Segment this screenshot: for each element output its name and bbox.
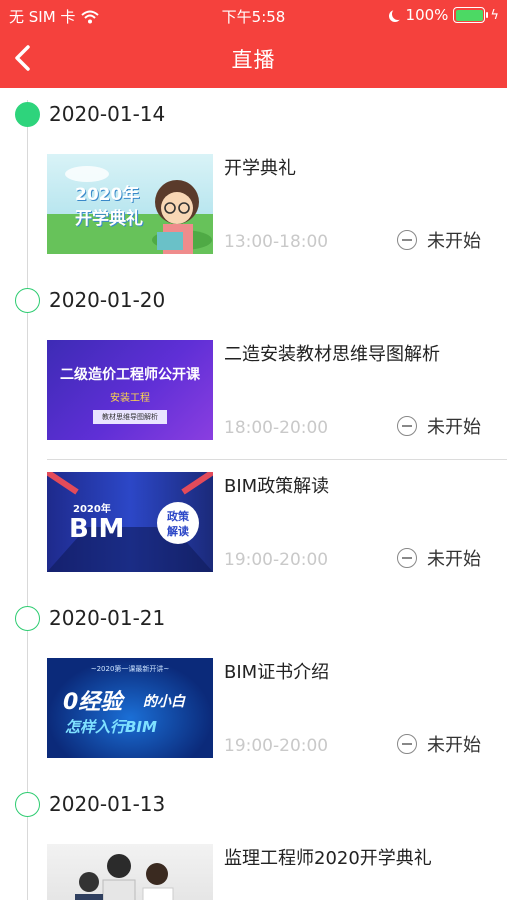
course-title: 开学典礼 [224, 158, 296, 179]
date-label: 2020-01-21 [49, 606, 166, 630]
course-thumbnail: 二级造价工程师公开课 安装工程 教材思维导图解析 [47, 340, 213, 440]
thumb-text: 的小白 [143, 694, 185, 710]
thumb-text: BIM [69, 514, 125, 544]
battery-percent: 100% [405, 6, 449, 24]
list-item[interactable]: 监理工程师2020开学典礼 [47, 844, 507, 900]
page-title: 直播 [231, 48, 276, 72]
timeline-dot [15, 606, 40, 631]
date-label: 2020-01-13 [49, 792, 166, 816]
list-item[interactable]: 2020年 开学典礼 开学典礼 13:00-18:00 未开始 [47, 154, 507, 254]
status-badge: 未开始 [397, 731, 481, 757]
course-title: 二造安装教材思维导图解析 [224, 344, 440, 365]
date-label: 2020-01-20 [49, 288, 166, 312]
minus-circle-icon [397, 416, 417, 436]
status-label: 未开始 [427, 549, 481, 570]
date-header: 2020-01-13 [0, 790, 507, 820]
status-label: 未开始 [427, 231, 481, 252]
timeline-dot [15, 792, 40, 817]
status-badge: 未开始 [397, 227, 481, 253]
course-time: 19:00-20:00 [224, 736, 329, 756]
course-title: BIM证书介绍 [224, 662, 330, 683]
list-item[interactable]: 2020年 BIM 政策 解读 BIM政策解读 19:00-20:00 未开始 [47, 472, 507, 572]
course-time: 18:00-20:00 [224, 418, 329, 438]
timeline-line [27, 100, 28, 900]
thumb-text: 教材思维导图解析 [93, 410, 167, 424]
course-title: 监理工程师2020开学典礼 [224, 848, 432, 869]
battery-icon [453, 7, 489, 23]
minus-circle-icon [397, 548, 417, 568]
date-header: 2020-01-20 [0, 286, 507, 316]
thumb-text: 2020年 [73, 504, 111, 515]
thumb-text: 二级造价工程师公开课 [60, 367, 200, 383]
thumb-text: 0经验 [63, 690, 123, 715]
thumb-text: 安装工程 [110, 393, 150, 404]
timeline-dot [15, 288, 40, 313]
course-thumbnail: 2020年 BIM 政策 解读 [47, 472, 213, 572]
header-bar: 无 SIM 卡 下午5:58 100% ϟ 直播 [0, 0, 507, 88]
thumb-text: 怎样入行BIM [65, 718, 157, 736]
date-header: 2020-01-14 [0, 100, 507, 130]
timeline-dot-active [15, 102, 40, 127]
status-label: 未开始 [427, 735, 481, 756]
thumb-text: 2020年 [75, 185, 140, 205]
course-time: 19:00-20:00 [224, 550, 329, 570]
status-badge: 未开始 [397, 545, 481, 571]
moon-icon [392, 8, 404, 20]
minus-circle-icon [397, 230, 417, 250]
course-thumbnail: ~2020第一课最新开讲~ 0经验 的小白 怎样入行BIM [47, 658, 213, 758]
course-thumbnail: 2020年 开学典礼 [47, 154, 213, 254]
course-time: 13:00-18:00 [224, 232, 329, 252]
list-item[interactable]: ~2020第一课最新开讲~ 0经验 的小白 怎样入行BIM BIM证书介绍 19… [47, 658, 507, 758]
thumb-text: ~2020第一课最新开讲~ [90, 665, 170, 673]
status-label: 未开始 [427, 417, 481, 438]
charging-icon: ϟ [490, 7, 499, 23]
live-list[interactable]: 2020-01-14 2020年 开学典礼 开学典礼 13:00-18:00 未… [0, 88, 507, 900]
course-title: BIM政策解读 [224, 476, 330, 497]
divider [47, 459, 507, 460]
nav-bar: 直播 [0, 30, 507, 88]
course-thumbnail [47, 844, 213, 900]
list-item[interactable]: 二级造价工程师公开课 安装工程 教材思维导图解析 二造安装教材思维导图解析 18… [47, 340, 507, 440]
status-badge: 未开始 [397, 413, 481, 439]
date-label: 2020-01-14 [49, 102, 166, 126]
minus-circle-icon [397, 734, 417, 754]
status-bar: 无 SIM 卡 下午5:58 100% ϟ [0, 0, 507, 30]
thumb-text: 解读 [167, 525, 189, 538]
date-header: 2020-01-21 [0, 604, 507, 634]
thumb-text: 开学典礼 [75, 209, 143, 229]
thumb-text: 政策 [167, 510, 189, 523]
